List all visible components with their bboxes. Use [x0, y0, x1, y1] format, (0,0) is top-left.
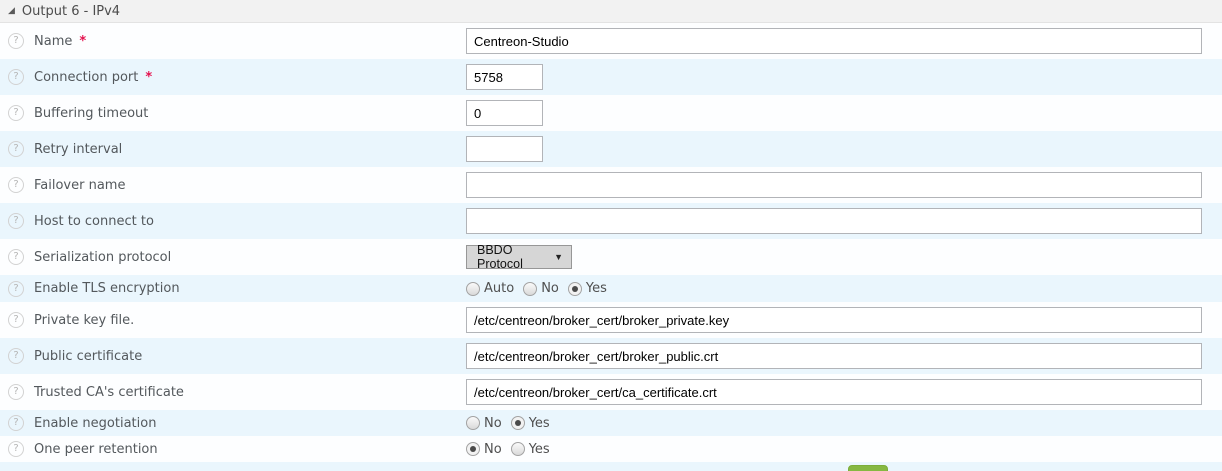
radio-label: Yes: [586, 281, 607, 296]
field-label: Name: [34, 34, 72, 49]
retry-interval-input[interactable]: [466, 136, 543, 162]
host-input[interactable]: [466, 208, 1202, 234]
help-icon[interactable]: ?: [8, 312, 24, 328]
help-icon[interactable]: ?: [8, 348, 24, 364]
help-icon[interactable]: ?: [8, 384, 24, 400]
required-marker: *: [79, 34, 86, 49]
tls-radio-yes[interactable]: [568, 282, 582, 296]
radio-label: Yes: [529, 442, 550, 457]
radio-label: No: [541, 281, 559, 296]
help-icon[interactable]: ?: [8, 249, 24, 265]
form-row-private-key: ? Private key file.: [0, 302, 1222, 338]
radio-label: No: [484, 442, 502, 457]
one-peer-radio-no[interactable]: [466, 442, 480, 456]
field-label: Enable TLS encryption: [34, 281, 180, 296]
partial-next-row: [0, 462, 1222, 471]
public-cert-input[interactable]: [466, 343, 1202, 369]
serialization-protocol-select[interactable]: BBDO Protocol ▼: [466, 245, 572, 269]
field-label: Public certificate: [34, 349, 142, 364]
tls-radio-auto[interactable]: [466, 282, 480, 296]
help-icon[interactable]: ?: [8, 213, 24, 229]
help-icon[interactable]: ?: [8, 177, 24, 193]
required-marker: *: [145, 70, 152, 85]
form-row-name: ? Name *: [0, 23, 1222, 59]
help-icon[interactable]: ?: [8, 281, 24, 297]
field-label: Failover name: [34, 178, 125, 193]
form-row-negotiation: ? Enable negotiation No Yes: [0, 410, 1222, 436]
help-icon[interactable]: ?: [8, 141, 24, 157]
field-label: Serialization protocol: [34, 250, 171, 265]
form-row-public-cert: ? Public certificate: [0, 338, 1222, 374]
section-title: Output 6 - IPv4: [22, 4, 120, 19]
private-key-input[interactable]: [466, 307, 1202, 333]
form-row-host: ? Host to connect to: [0, 203, 1222, 239]
help-icon[interactable]: ?: [8, 69, 24, 85]
one-peer-radio-yes[interactable]: [511, 442, 525, 456]
tls-radio-group: Auto No Yes: [466, 281, 616, 296]
help-icon[interactable]: ?: [8, 105, 24, 121]
radio-label: Yes: [529, 416, 550, 431]
form-row-tls: ? Enable TLS encryption Auto No Yes: [0, 275, 1222, 302]
radio-label: No: [484, 416, 502, 431]
field-label: Retry interval: [34, 142, 122, 157]
radio-label: Auto: [484, 281, 514, 296]
help-icon[interactable]: ?: [8, 415, 24, 431]
field-label: Host to connect to: [34, 214, 154, 229]
chevron-down-icon: ▼: [554, 252, 563, 262]
one-peer-radio-group: No Yes: [466, 442, 559, 457]
field-label: One peer retention: [34, 442, 158, 457]
buffering-timeout-input[interactable]: [466, 100, 543, 126]
section-header[interactable]: ◢ Output 6 - IPv4: [0, 0, 1222, 23]
help-icon[interactable]: ?: [8, 33, 24, 49]
field-label: Connection port: [34, 70, 138, 85]
negotiation-radio-no[interactable]: [466, 416, 480, 430]
form-row-failover-name: ? Failover name: [0, 167, 1222, 203]
name-input[interactable]: [466, 28, 1202, 54]
field-label: Enable negotiation: [34, 416, 156, 431]
connection-port-input[interactable]: [466, 64, 543, 90]
tls-radio-no[interactable]: [523, 282, 537, 296]
save-button[interactable]: [848, 465, 888, 471]
failover-name-input[interactable]: [466, 172, 1202, 198]
form-row-serialization: ? Serialization protocol BBDO Protocol ▼: [0, 239, 1222, 275]
negotiation-radio-yes[interactable]: [511, 416, 525, 430]
form-row-trusted-ca: ? Trusted CA's certificate: [0, 374, 1222, 410]
form-row-retry-interval: ? Retry interval: [0, 131, 1222, 167]
field-label: Private key file.: [34, 313, 134, 328]
select-value: BBDO Protocol: [477, 243, 554, 271]
negotiation-radio-group: No Yes: [466, 416, 559, 431]
collapse-triangle-icon[interactable]: ◢: [8, 7, 15, 16]
help-icon[interactable]: ?: [8, 441, 24, 457]
trusted-ca-input[interactable]: [466, 379, 1202, 405]
form-row-buffering-timeout: ? Buffering timeout: [0, 95, 1222, 131]
form-row-connection-port: ? Connection port *: [0, 59, 1222, 95]
form-row-one-peer-retention: ? One peer retention No Yes: [0, 436, 1222, 462]
field-label: Buffering timeout: [34, 106, 148, 121]
field-label: Trusted CA's certificate: [34, 385, 184, 400]
